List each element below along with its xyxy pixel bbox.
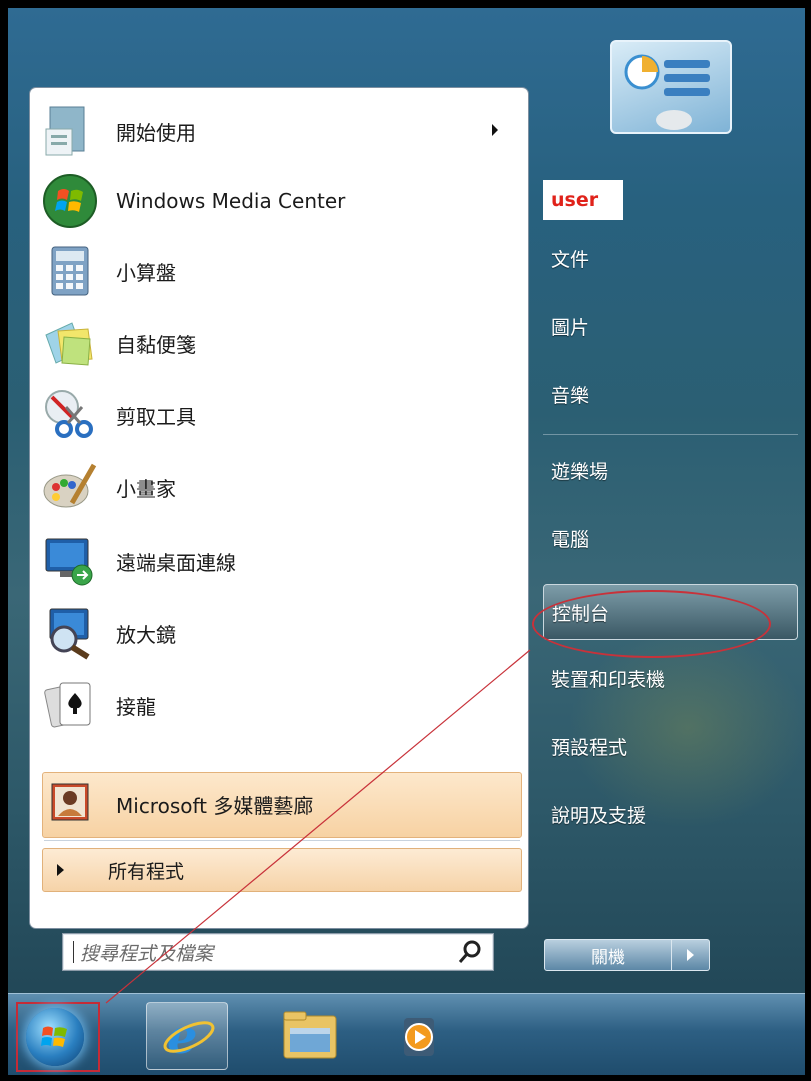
expand-arrow-icon [57,864,64,876]
start-button[interactable] [16,1002,100,1072]
shutdown-button[interactable]: 關機 [544,939,672,971]
user-picture[interactable] [610,40,732,134]
annotation-ellipse [532,590,771,658]
program-solitaire[interactable]: 接龍 [42,672,522,738]
program-label: 小算盤 [116,260,176,285]
program-label: 放大鏡 [116,622,176,647]
right-item-help-support[interactable]: 說明及支援 [543,792,798,836]
text-cursor [73,941,74,963]
taskbar-explorer[interactable] [270,1002,350,1068]
program-label: 小畫家 [116,476,176,501]
program-label: Windows Media Center [116,189,346,213]
submenu-arrow-icon[interactable] [492,124,498,136]
program-label: Microsoft 多媒體藝廊 [116,793,314,818]
getting-started-icon [42,103,98,159]
program-remote-desktop[interactable]: 遠端桌面連線 [42,528,522,594]
sticky-notes-icon [42,315,98,371]
program-label: 接龍 [116,694,156,719]
start-orb-icon [26,1008,84,1066]
right-item-default-programs[interactable]: 預設程式 [543,724,798,768]
snipping-tool-icon [42,387,98,443]
shutdown-button-group: 關機 [544,939,712,971]
media-player-icon [404,1018,434,1056]
right-item-music[interactable]: 音樂 [543,372,798,416]
divider [44,840,520,841]
program-windows-media-center[interactable]: Windows Media Center [42,168,522,234]
solitaire-icon [42,677,98,733]
windows-explorer-icon [283,1011,337,1059]
user-picture-icon [624,54,710,130]
divider [543,434,798,435]
right-item-devices-printers[interactable]: 裝置和印表機 [543,656,798,700]
taskbar-ie[interactable]: e [146,1002,228,1070]
windows-media-center-icon [42,173,98,229]
program-label: 遠端桌面連線 [116,550,236,575]
program-label: 開始使用 [116,120,196,145]
media-gallery-icon [42,776,98,832]
all-programs-button[interactable]: 所有程式 [42,848,522,892]
program-getting-started[interactable]: 開始使用 [42,98,522,164]
user-name-link[interactable]: user [543,180,623,220]
shutdown-options-button[interactable] [672,939,710,971]
all-programs-label: 所有程式 [108,860,185,883]
remote-desktop-icon [42,533,98,589]
program-magnifier[interactable]: 放大鏡 [42,600,522,666]
calculator-icon [42,243,98,299]
right-item-documents[interactable]: 文件 [543,236,798,280]
search-placeholder: 搜尋程式及檔案 [80,942,214,965]
start-menu-programs-panel: 開始使用 Windows Media Center 小算盤 自黏便箋 剪取工具 … [30,88,528,971]
program-calculator[interactable]: 小算盤 [42,238,522,304]
right-item-games[interactable]: 遊樂場 [543,448,798,492]
program-snipping-tool[interactable]: 剪取工具 [42,382,522,448]
taskbar: e [8,993,805,1075]
paint-icon [42,459,98,515]
right-item-computer[interactable]: 電腦 [543,516,798,560]
desktop: 開始使用 Windows Media Center 小算盤 自黏便箋 剪取工具 … [8,8,805,1075]
search-icon[interactable] [455,937,485,967]
program-media-gallery[interactable]: Microsoft 多媒體藝廊 [42,771,522,837]
program-paint[interactable]: 小畫家 [42,454,522,520]
program-sticky-notes[interactable]: 自黏便箋 [42,310,522,376]
internet-explorer-icon: e [163,1009,215,1065]
right-item-pictures[interactable]: 圖片 [543,304,798,348]
search-box[interactable]: 搜尋程式及檔案 [62,933,494,971]
taskbar-media-player[interactable] [394,1002,474,1068]
program-label: 自黏便箋 [116,332,196,357]
program-label: 剪取工具 [116,404,196,429]
chevron-right-icon [687,949,694,961]
magnifier-icon [42,605,98,661]
